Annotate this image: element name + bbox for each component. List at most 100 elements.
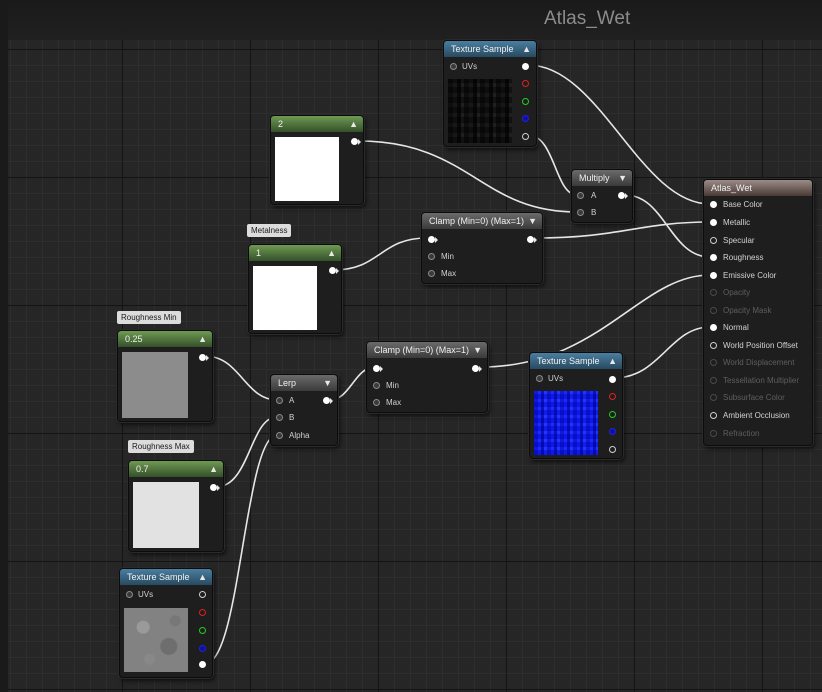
multiply-node[interactable]: Multiply ▼ A B (571, 169, 633, 223)
constant-output-pin[interactable] (199, 354, 206, 361)
b-label: B (289, 413, 295, 422)
world-position-offset-input-pin[interactable] (710, 342, 717, 349)
node-header[interactable]: 1 ▲ (249, 245, 341, 261)
node-title: Clamp (Min=0) (Max=1) (429, 216, 525, 226)
collapse-arrow-icon[interactable]: ▼ (323, 375, 332, 391)
clamp-input-pin[interactable] (428, 236, 435, 243)
collapse-arrow-icon[interactable]: ▲ (198, 569, 207, 585)
roughness-min-constant-node[interactable]: 0.25 ▲ (117, 330, 213, 422)
texture-sample-node-bottom[interactable]: Texture Sample ▲ UVs (119, 568, 213, 678)
rgb-output-pin[interactable] (199, 591, 206, 598)
output-arrow-icon (217, 485, 220, 491)
lerp-node[interactable]: Lerp ▼ A B Alpha (270, 374, 338, 446)
texture-sample-node-normal[interactable]: Texture Sample ▲ UVs (529, 352, 623, 459)
ambient-occlusion-input-pin[interactable] (710, 412, 717, 419)
specular-input-pin[interactable] (710, 237, 717, 244)
clamp-output-pin[interactable] (472, 365, 479, 372)
output-arrow-icon (358, 139, 361, 145)
lerp-output-pin[interactable] (323, 397, 330, 404)
g-output-pin[interactable] (522, 98, 529, 105)
collapse-arrow-icon[interactable]: ▲ (198, 331, 207, 347)
node-title: Texture Sample (451, 44, 514, 54)
b-output-pin[interactable] (199, 645, 206, 652)
constant-output-pin[interactable] (210, 484, 217, 491)
node-header[interactable]: Lerp ▼ (271, 375, 337, 391)
normal-input-pin[interactable] (710, 324, 717, 331)
a-output-pin[interactable] (199, 661, 206, 668)
material-graph-canvas[interactable]: Atlas_Wet Texture Sample ▲ UVs 2 ▲ Metal… (0, 0, 822, 692)
uvs-input-pin[interactable] (536, 375, 543, 382)
material-result-node[interactable]: Atlas_Wet Base Color Metallic Specular R… (703, 179, 813, 446)
node-header[interactable]: Texture Sample ▲ (444, 41, 536, 57)
roughness-max-constant-node[interactable]: 0.7 ▲ (128, 460, 224, 552)
clamp-node-middle[interactable]: Clamp (Min=0) (Max=1) ▼ Min Max (366, 341, 488, 413)
b-output-pin[interactable] (609, 428, 616, 435)
roughness-min-comment: Roughness Min (117, 311, 181, 324)
metalness-constant-node[interactable]: 1 ▲ (248, 244, 342, 334)
g-output-pin[interactable] (199, 627, 206, 634)
refraction-label: Refraction (723, 429, 760, 438)
alpha-input-pin[interactable] (276, 432, 283, 439)
node-header[interactable]: 0.25 ▲ (118, 331, 212, 347)
rgb-output-pin[interactable] (609, 376, 616, 383)
uvs-input-pin[interactable] (126, 591, 133, 598)
r-output-pin[interactable] (522, 80, 529, 87)
b-input-pin[interactable] (276, 414, 283, 421)
collapse-arrow-icon[interactable]: ▼ (473, 342, 482, 358)
roughness-input-pin[interactable] (710, 254, 717, 261)
refraction-input-pin (710, 430, 717, 437)
node-header[interactable]: Texture Sample ▲ (530, 353, 622, 369)
node-header[interactable]: Atlas_Wet (704, 180, 812, 196)
collapse-arrow-icon[interactable]: ▲ (349, 116, 358, 132)
collapse-arrow-icon[interactable]: ▲ (522, 41, 531, 57)
node-header[interactable]: Texture Sample ▲ (120, 569, 212, 585)
multiply-output-pin[interactable] (618, 192, 625, 199)
max-input-pin[interactable] (373, 399, 380, 406)
clamp-input-pin[interactable] (373, 365, 380, 372)
a-output-pin[interactable] (522, 133, 529, 140)
g-output-pin[interactable] (609, 411, 616, 418)
node-header[interactable]: Clamp (Min=0) (Max=1) ▼ (422, 213, 542, 229)
world-position-offset-label: World Position Offset (723, 341, 798, 350)
metalness-comment: Metalness (247, 224, 292, 237)
a-input-pin[interactable] (577, 192, 584, 199)
constant-output-pin[interactable] (329, 267, 336, 274)
b-input-pin[interactable] (577, 209, 584, 216)
node-header[interactable]: 0.7 ▲ (129, 461, 223, 477)
collapse-arrow-icon[interactable]: ▼ (528, 213, 537, 229)
metallic-input-pin[interactable] (710, 219, 717, 226)
min-input-pin[interactable] (373, 382, 380, 389)
node-header[interactable]: 2 ▲ (271, 116, 363, 132)
b-output-pin[interactable] (522, 115, 529, 122)
uvs-input-pin[interactable] (450, 63, 457, 70)
r-output-pin[interactable] (609, 393, 616, 400)
max-input-pin[interactable] (428, 270, 435, 277)
clamp-output-pin[interactable] (527, 236, 534, 243)
a-input-pin[interactable] (276, 397, 283, 404)
wire-multiply-to-roughness (624, 194, 711, 258)
rgb-output-pin[interactable] (522, 63, 529, 70)
constant-node-2[interactable]: 2 ▲ (270, 115, 364, 205)
node-title: Atlas_Wet (711, 183, 752, 193)
emissive-color-input-pin[interactable] (710, 272, 717, 279)
texture-sample-node-top[interactable]: Texture Sample ▲ UVs (443, 40, 537, 147)
a-output-pin[interactable] (609, 446, 616, 453)
r-output-pin[interactable] (199, 609, 206, 616)
node-header[interactable]: Clamp (Min=0) (Max=1) ▼ (367, 342, 487, 358)
min-label: Min (441, 252, 454, 261)
node-title: Clamp (Min=0) (Max=1) (374, 345, 470, 355)
constant-value: 0.7 (136, 464, 149, 474)
tessellation-multiplier-input-pin (710, 377, 717, 384)
node-title: Texture Sample (537, 356, 600, 366)
collapse-arrow-icon[interactable]: ▲ (327, 245, 336, 261)
output-arrow-icon (330, 398, 333, 404)
base-color-input-pin[interactable] (710, 201, 717, 208)
texture-preview (448, 79, 512, 143)
collapse-arrow-icon[interactable]: ▼ (618, 170, 627, 186)
clamp-node-top[interactable]: Clamp (Min=0) (Max=1) ▼ Min Max (421, 212, 543, 284)
min-input-pin[interactable] (428, 253, 435, 260)
constant-output-pin[interactable] (351, 138, 358, 145)
node-header[interactable]: Multiply ▼ (572, 170, 632, 186)
collapse-arrow-icon[interactable]: ▲ (209, 461, 218, 477)
collapse-arrow-icon[interactable]: ▲ (608, 353, 617, 369)
